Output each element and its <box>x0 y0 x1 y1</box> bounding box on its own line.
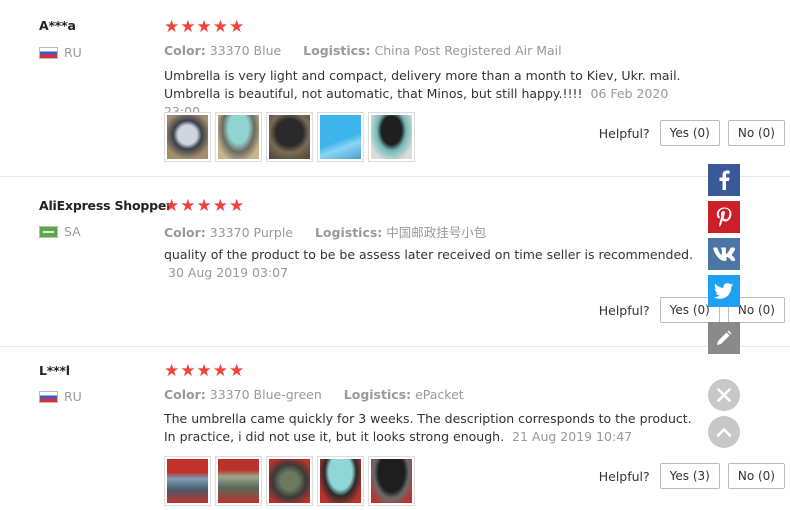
review-item: AliExpress Shopper SA ★★★★★ Color: 33370… <box>0 177 790 347</box>
vote-yes-button[interactable]: Yes (3) <box>659 463 720 489</box>
review-date: 21 Aug 2019 10:47 <box>512 429 633 444</box>
vote-no-button[interactable]: No (0) <box>727 463 785 489</box>
review-text: quality of the product to be be assess l… <box>164 247 694 262</box>
country-code: RU <box>64 45 82 60</box>
review-photo[interactable] <box>317 112 364 162</box>
review-meta: Color: 33370 Blue-green Logistics: ePack… <box>164 387 464 402</box>
helpful-group: Helpful? Yes (3) No (0) <box>599 463 785 489</box>
vote-yes-button[interactable]: Yes (0) <box>659 120 720 146</box>
review-photo[interactable] <box>368 456 415 506</box>
twitter-icon <box>714 283 734 299</box>
helpful-group: Helpful? Yes (0) No (0) <box>599 120 785 146</box>
pinterest-share-button[interactable] <box>708 201 740 233</box>
review-photo[interactable] <box>164 456 211 506</box>
vote-no-button[interactable]: No (0) <box>727 120 785 146</box>
logistics-value: China Post Registered Air Mail <box>374 43 562 58</box>
review-photo[interactable] <box>317 456 364 506</box>
star-rating: ★★★★★ <box>164 196 246 216</box>
close-button[interactable] <box>708 379 740 411</box>
country-code: SA <box>64 224 81 239</box>
color-value: 33370 Blue <box>209 43 282 58</box>
review-photo[interactable] <box>215 112 262 162</box>
review-photo[interactable] <box>266 456 313 506</box>
review-meta: Color: 33370 Blue Logistics: China Post … <box>164 43 562 58</box>
review-photo[interactable] <box>215 456 262 506</box>
star-rating: ★★★★★ <box>164 17 246 37</box>
review-photo[interactable] <box>368 112 415 162</box>
logistics-label: Logistics: <box>343 387 412 402</box>
logistics-label: Logistics: <box>303 43 371 58</box>
facebook-icon <box>719 170 730 190</box>
color-value: 33370 Blue-green <box>209 387 322 402</box>
helpful-label: Helpful? <box>598 302 650 318</box>
logistics-value: ePacket <box>415 387 464 402</box>
star-rating: ★★★★★ <box>164 361 246 381</box>
close-icon <box>717 388 731 402</box>
edit-icon <box>717 330 732 345</box>
edit-button[interactable] <box>708 322 740 354</box>
reviewer-name: AliExpress Shopper <box>39 198 173 213</box>
color-label: Color: <box>164 387 206 402</box>
review-photos <box>164 456 415 506</box>
vk-icon <box>713 247 735 261</box>
facebook-share-button[interactable] <box>708 164 740 196</box>
helpful-label: Helpful? <box>598 125 650 141</box>
color-label: Color: <box>164 225 206 240</box>
reviewer-country: SA <box>39 224 81 239</box>
review-date: 30 Aug 2019 03:07 <box>168 265 289 280</box>
twitter-share-button[interactable] <box>708 275 740 307</box>
color-value: 33370 Purple <box>209 225 293 240</box>
review-item: L***l RU ★★★★★ Color: 33370 Blue-green L… <box>0 347 790 510</box>
color-label: Color: <box>164 43 206 58</box>
review-photo[interactable] <box>164 112 211 162</box>
review-meta: Color: 33370 Purple Logistics: 中国邮政挂号小包 <box>164 222 486 241</box>
pinterest-icon <box>716 207 732 227</box>
flag-icon <box>39 46 58 59</box>
flag-icon <box>39 225 58 238</box>
chevron-up-icon <box>716 428 732 437</box>
review-item: A***a RU ★★★★★ Color: 33370 Blue Logisti… <box>0 0 790 177</box>
reviewer-name: L***l <box>39 363 70 378</box>
review-photos <box>164 112 415 162</box>
review-text-block: The umbrella came quickly for 3 weeks. T… <box>164 410 704 446</box>
logistics-label: Logistics: <box>314 225 383 240</box>
country-code: RU <box>64 389 82 404</box>
logistics-value: 中国邮政挂号小包 <box>386 225 487 240</box>
helpful-group: Helpful? Yes (0) No (0) <box>599 297 785 323</box>
reviewer-country: RU <box>39 389 82 404</box>
reviewer-name: A***a <box>39 18 76 33</box>
scroll-top-button[interactable] <box>708 416 740 448</box>
review-photo[interactable] <box>266 112 313 162</box>
vk-share-button[interactable] <box>708 238 740 270</box>
helpful-label: Helpful? <box>598 468 650 484</box>
reviewer-country: RU <box>39 45 82 60</box>
review-text-block: quality of the product to be be assess l… <box>164 246 704 282</box>
flag-icon <box>39 390 58 403</box>
